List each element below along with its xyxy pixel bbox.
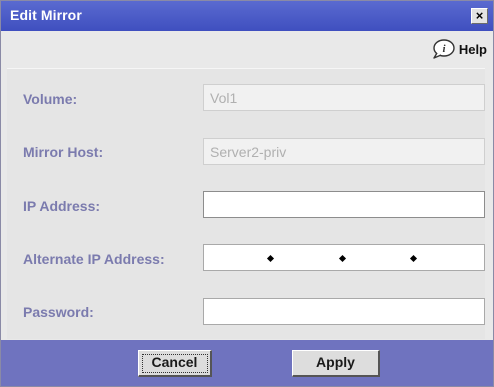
- button-bar: Cancel Apply: [1, 340, 493, 386]
- password-field[interactable]: [203, 298, 485, 325]
- ip-octet-separator: [338, 254, 347, 263]
- ip-octet-separator: [266, 254, 275, 263]
- mirror-host-label: Mirror Host:: [23, 144, 104, 160]
- title-bar[interactable]: Edit Mirror ×: [1, 1, 493, 31]
- apply-button[interactable]: Apply: [292, 350, 380, 377]
- mirror-host-field: Server2-priv: [203, 138, 485, 165]
- ip-address-label: IP Address:: [23, 198, 101, 214]
- ip-octet-separator: [409, 254, 418, 263]
- alternate-ip-address-field[interactable]: [203, 244, 485, 271]
- dialog-title: Edit Mirror: [10, 7, 82, 23]
- ip-address-field[interactable]: [203, 191, 485, 218]
- volume-field: Vol1: [203, 84, 485, 111]
- help-label[interactable]: Help: [459, 42, 487, 57]
- volume-label: Volume:: [23, 91, 78, 107]
- help-speech-bubble-icon[interactable]: i: [431, 38, 455, 60]
- help-link[interactable]: i Help: [431, 38, 487, 60]
- edit-mirror-dialog: Edit Mirror × i Help Volume: Vol1 Mirror…: [0, 0, 494, 387]
- close-button[interactable]: ×: [471, 8, 488, 24]
- cancel-button[interactable]: Cancel: [138, 350, 212, 377]
- password-label: Password:: [23, 304, 94, 320]
- alternate-ip-address-label: Alternate IP Address:: [23, 251, 165, 267]
